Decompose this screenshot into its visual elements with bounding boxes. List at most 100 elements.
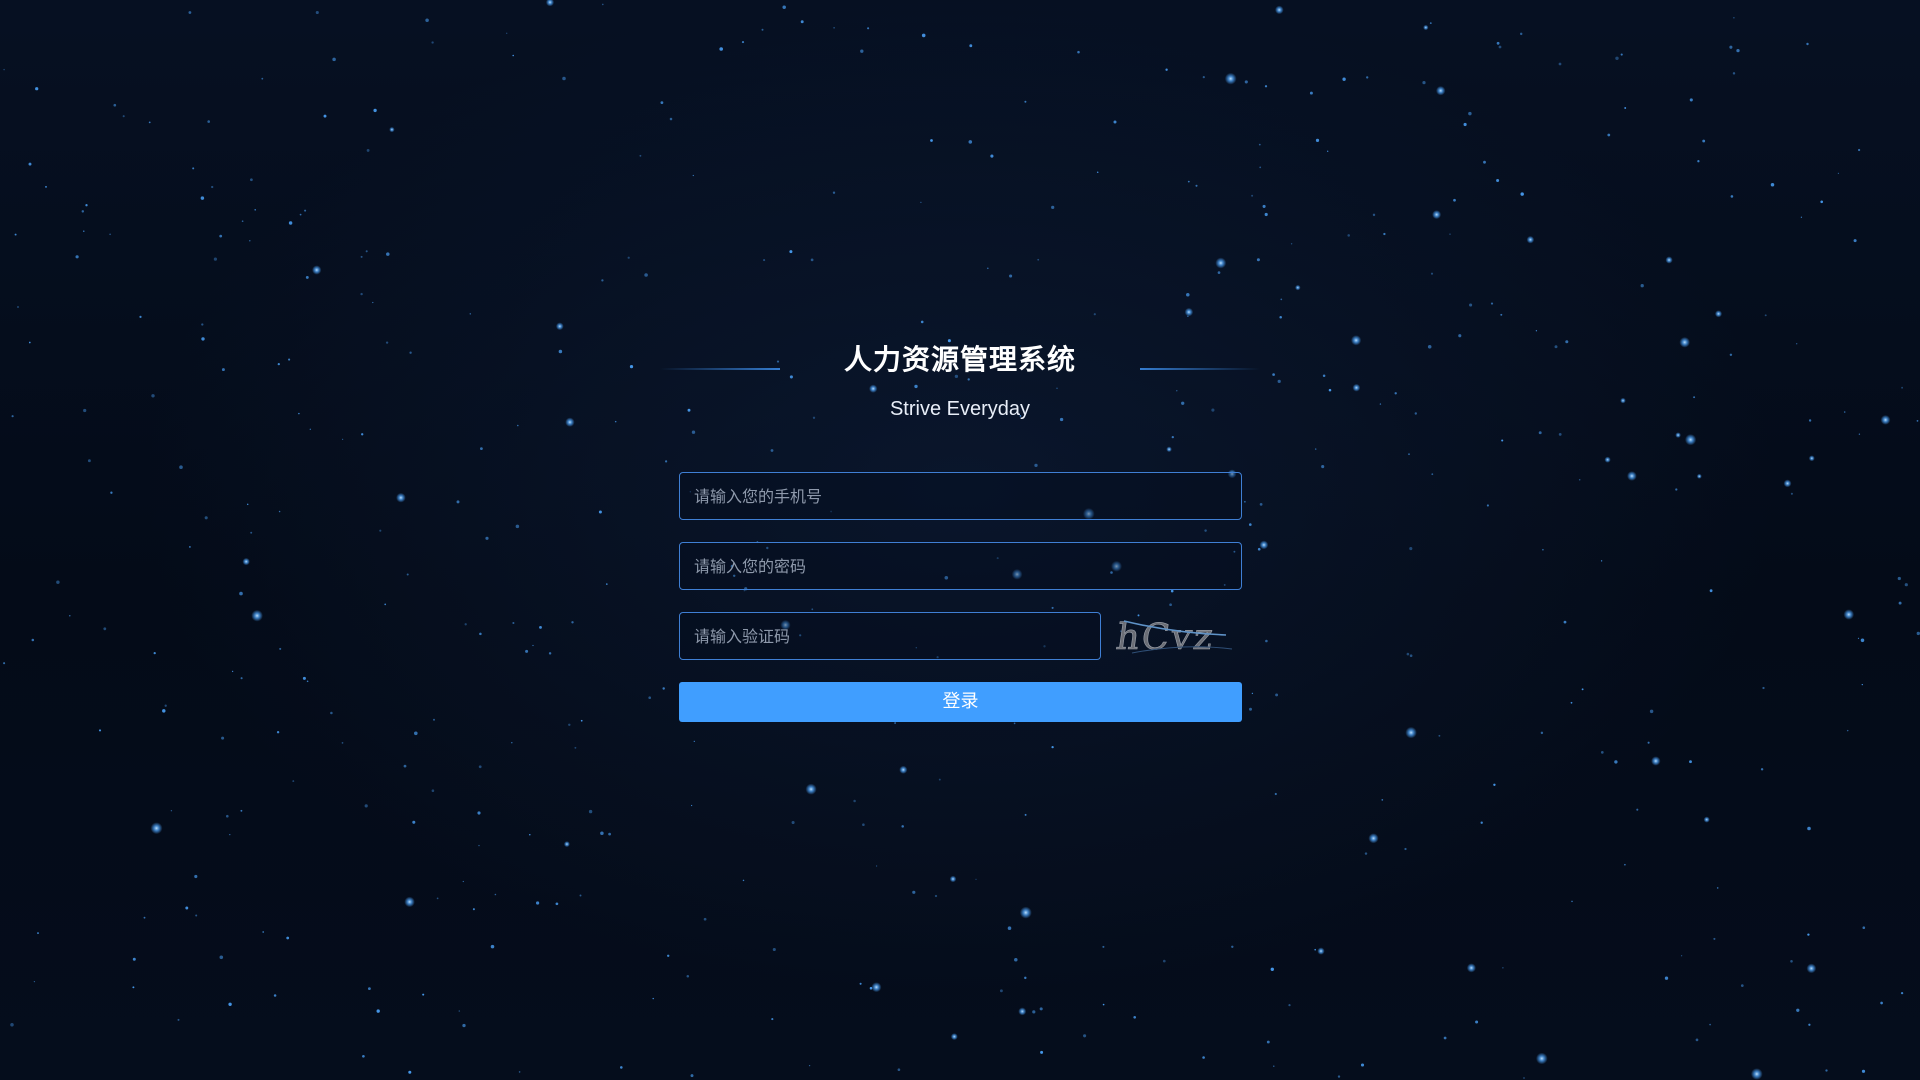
star	[1270, 967, 1274, 971]
star	[1740, 984, 1744, 987]
star	[431, 789, 435, 792]
star	[920, 320, 924, 324]
star	[1262, 204, 1266, 208]
star	[1733, 16, 1735, 19]
star	[1258, 143, 1261, 146]
star	[565, 417, 575, 427]
star	[1916, 420, 1919, 422]
app-subtitle: Strive Everyday	[889, 398, 1031, 420]
star	[1696, 473, 1702, 479]
star	[1350, 335, 1362, 346]
star	[1703, 816, 1710, 823]
password-input[interactable]	[679, 542, 1242, 590]
star	[1563, 620, 1567, 624]
star	[373, 108, 377, 113]
star	[1275, 693, 1279, 697]
star	[629, 364, 634, 369]
star	[1709, 1023, 1711, 1026]
star	[422, 993, 425, 996]
star	[1404, 847, 1407, 851]
star	[433, 718, 435, 721]
star	[485, 536, 489, 540]
star	[921, 33, 926, 38]
phone-input[interactable]	[679, 472, 1242, 520]
star	[1764, 314, 1767, 317]
login-button[interactable]: 登录	[679, 682, 1242, 722]
star	[690, 1074, 694, 1078]
star	[789, 250, 793, 254]
star	[1165, 68, 1168, 71]
star	[601, 3, 604, 6]
star	[221, 736, 225, 740]
star	[37, 932, 39, 935]
star	[1615, 56, 1619, 61]
star	[1187, 180, 1190, 183]
star	[150, 822, 163, 835]
star	[692, 174, 694, 177]
star	[1640, 284, 1644, 288]
star	[990, 154, 994, 158]
star	[330, 711, 333, 715]
captcha-image[interactable]: hCvz	[1114, 613, 1244, 659]
star	[478, 765, 482, 769]
star	[386, 252, 390, 256]
star	[1133, 1015, 1137, 1019]
star	[306, 680, 309, 683]
star	[1620, 397, 1626, 404]
star	[1570, 701, 1573, 704]
star	[246, 503, 249, 506]
star	[278, 510, 281, 513]
star	[1274, 792, 1277, 796]
star	[535, 901, 540, 905]
star	[934, 894, 938, 898]
star	[897, 1068, 901, 1072]
star	[201, 337, 205, 341]
star	[1187, 315, 1189, 318]
star	[456, 500, 460, 504]
star	[240, 809, 243, 812]
star	[1486, 504, 1489, 507]
star	[1366, 76, 1369, 79]
star	[1037, 258, 1040, 261]
star	[1328, 388, 1332, 392]
star	[479, 632, 482, 636]
star	[139, 315, 142, 318]
star	[512, 54, 514, 57]
star	[122, 115, 125, 118]
star	[207, 120, 210, 123]
star	[170, 810, 173, 812]
star	[869, 986, 873, 990]
star	[515, 524, 520, 529]
star	[1647, 741, 1650, 744]
star	[614, 420, 617, 423]
star	[1808, 1023, 1811, 1026]
star	[1422, 81, 1426, 85]
star	[875, 865, 878, 867]
star	[568, 723, 571, 727]
title-divider-right	[1140, 368, 1260, 370]
star	[1581, 688, 1584, 691]
star	[1383, 232, 1386, 236]
star	[1381, 799, 1384, 801]
star	[648, 696, 652, 700]
star	[1414, 412, 1418, 415]
star	[899, 765, 908, 774]
captcha-input[interactable]	[679, 612, 1101, 660]
star	[1024, 976, 1027, 980]
star	[389, 126, 395, 133]
star	[362, 1054, 365, 1058]
star	[219, 955, 224, 960]
star	[109, 233, 111, 236]
star	[1024, 813, 1027, 816]
star	[1231, 945, 1234, 948]
star	[464, 623, 467, 626]
star	[832, 191, 836, 194]
star	[425, 18, 429, 22]
star	[3, 68, 5, 71]
star	[28, 162, 32, 166]
star	[1675, 488, 1678, 491]
star	[200, 196, 205, 200]
star	[505, 32, 508, 35]
star	[1880, 415, 1891, 425]
star	[545, 0, 555, 7]
